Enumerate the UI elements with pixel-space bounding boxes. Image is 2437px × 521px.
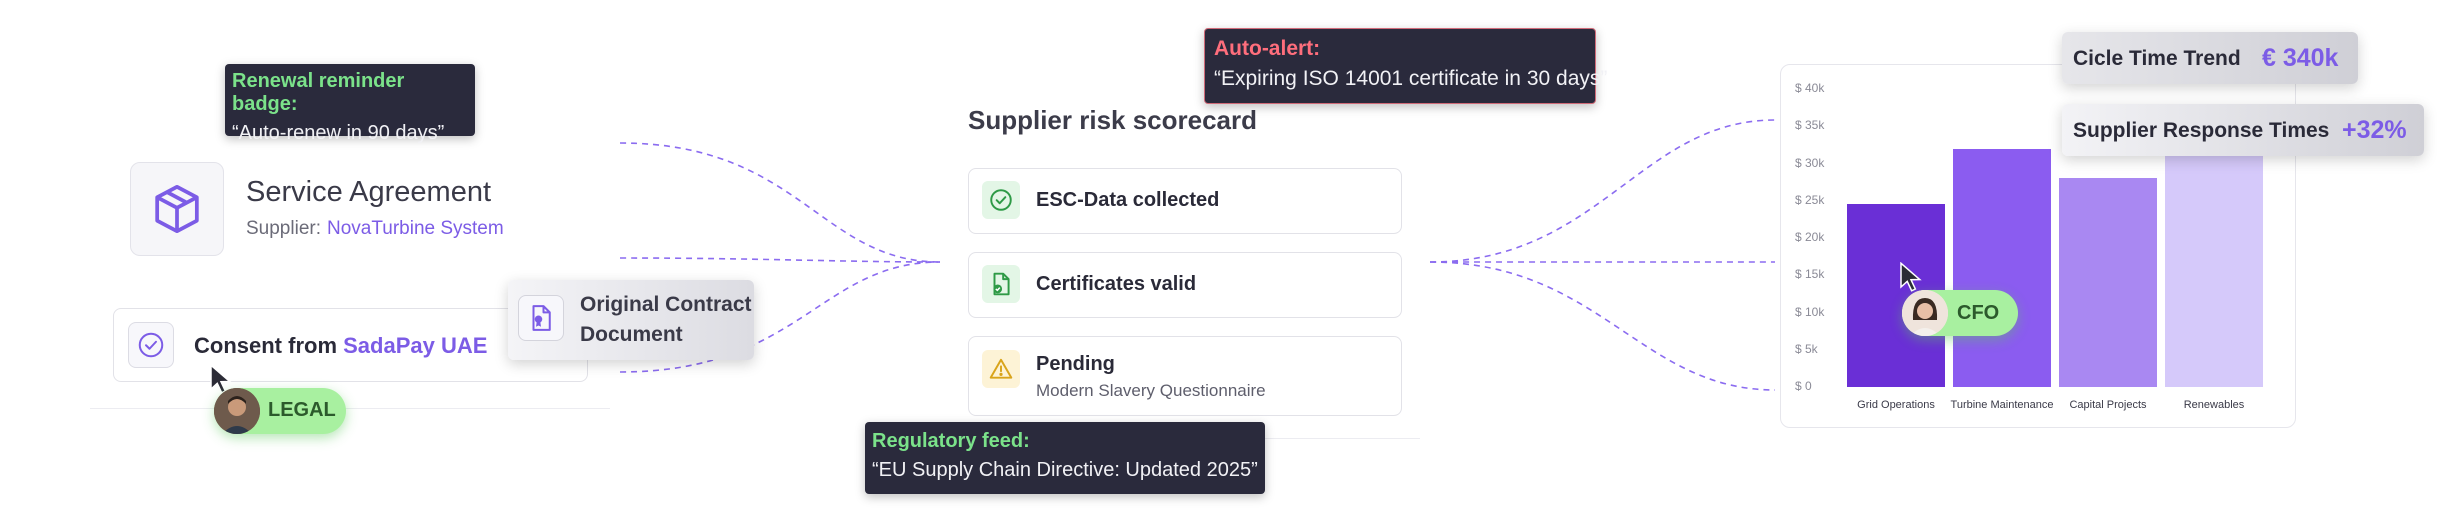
auto-alert-text: “Expiring ISO 14001 certificate in 30 da… <box>1214 67 1608 90</box>
contract-document-icon-box <box>518 295 564 341</box>
scorecard-item-icon-box <box>982 350 1020 388</box>
consent-check-box[interactable] <box>128 322 174 368</box>
scorecard-item-pending[interactable] <box>968 336 1402 416</box>
supplier-label: Supplier: <box>246 218 321 239</box>
left-divider <box>90 408 610 409</box>
consent-prefix: Consent from <box>194 333 337 358</box>
check-circle-icon <box>990 189 1012 211</box>
y-tick-label: $ 5k <box>1795 341 1818 356</box>
regulatory-feed-heading: Regulatory feed: <box>872 430 1030 452</box>
bar[interactable] <box>1953 148 2051 387</box>
supplier-line: Supplier: NovaTurbine System <box>246 218 504 240</box>
y-tick-label: $ 40k <box>1795 81 1825 95</box>
supplier-response-times-value: +32% <box>2342 116 2407 144</box>
cfo-avatar <box>1902 290 1948 336</box>
regulatory-feed-badge: Regulatory feed: “EU Supply Chain Direct… <box>865 422 1265 494</box>
renewal-heading: Renewal reminder badge: <box>232 70 405 115</box>
cursor-icon <box>1900 262 1922 292</box>
legal-pill-label: LEGAL <box>268 399 336 421</box>
person-avatar-icon <box>214 388 260 434</box>
cycle-time-trend-value: € 340k <box>2262 44 2339 72</box>
consent-org[interactable]: SadaPay UAE <box>343 333 487 358</box>
service-agreement-title: Service Agreement <box>246 176 492 208</box>
x-tick-label: Grid Operations <box>1857 399 1935 411</box>
y-tick-label: $ 10k <box>1795 304 1825 319</box>
contract-document-icon <box>532 305 551 331</box>
consent-text: Consent from SadaPay UAE <box>194 333 487 359</box>
warning-triangle-icon <box>989 358 1013 379</box>
cycle-time-trend-label: Cicle Time Trend <box>2073 47 2241 70</box>
supplier-link[interactable]: NovaTurbine System <box>327 218 504 239</box>
scorecard-item-label: Certificates valid <box>1036 273 1197 295</box>
legal-avatar <box>214 388 260 434</box>
x-tick-label: Capital Projects <box>2069 399 2147 411</box>
doc-title-line2: Document <box>580 323 683 346</box>
x-tick-label: Renewables <box>2183 399 2245 411</box>
x-tick-label: Turbine Maintenance <box>1950 399 2054 411</box>
certificate-file-icon <box>993 272 1010 296</box>
box-icon <box>155 184 199 234</box>
cfo-pill-label: CFO <box>1957 302 2000 324</box>
auto-alert-heading: Auto-alert: <box>1214 37 1321 60</box>
service-agreement-icon-box <box>130 162 224 256</box>
regulatory-feed-text: “EU Supply Chain Directive: Updated 2025… <box>872 459 1258 481</box>
scorecard-item-label: ESC-Data collected <box>1036 189 1220 211</box>
y-tick-label: $ 35k <box>1795 118 1825 133</box>
bar[interactable] <box>2059 178 2157 387</box>
check-circle-icon <box>138 332 164 358</box>
y-tick-label: $ 25k <box>1795 192 1825 207</box>
renewal-text: “Auto-renew in 90 days” <box>232 122 445 144</box>
scorecard-item-icon-box <box>982 181 1020 219</box>
scorecard-title: Supplier risk scorecard <box>968 105 1258 135</box>
doc-title-line1: Original Contract <box>580 293 752 316</box>
y-tick-label: $ 30k <box>1795 155 1825 170</box>
supplier-response-times-label: Supplier Response Times <box>2073 119 2330 142</box>
scorecard-item-icon-box <box>982 265 1020 303</box>
renewal-reminder-badge: Renewal reminder badge: “Auto-renew in 9… <box>225 64 475 144</box>
scorecard-item-sublabel: Modern Slavery Questionnaire <box>1036 381 1266 400</box>
original-contract-title: Original Contract Document <box>580 290 752 350</box>
y-tick-label: $ 0 <box>1795 379 1812 393</box>
auto-alert-badge: Auto-alert: “Expiring ISO 14001 certific… <box>1204 28 1608 104</box>
y-tick-label: $ 15k <box>1795 267 1825 282</box>
person-avatar-icon <box>1902 290 1948 336</box>
scorecard-item-label: Pending <box>1036 353 1115 375</box>
y-tick-label: $ 20k <box>1795 230 1825 244</box>
